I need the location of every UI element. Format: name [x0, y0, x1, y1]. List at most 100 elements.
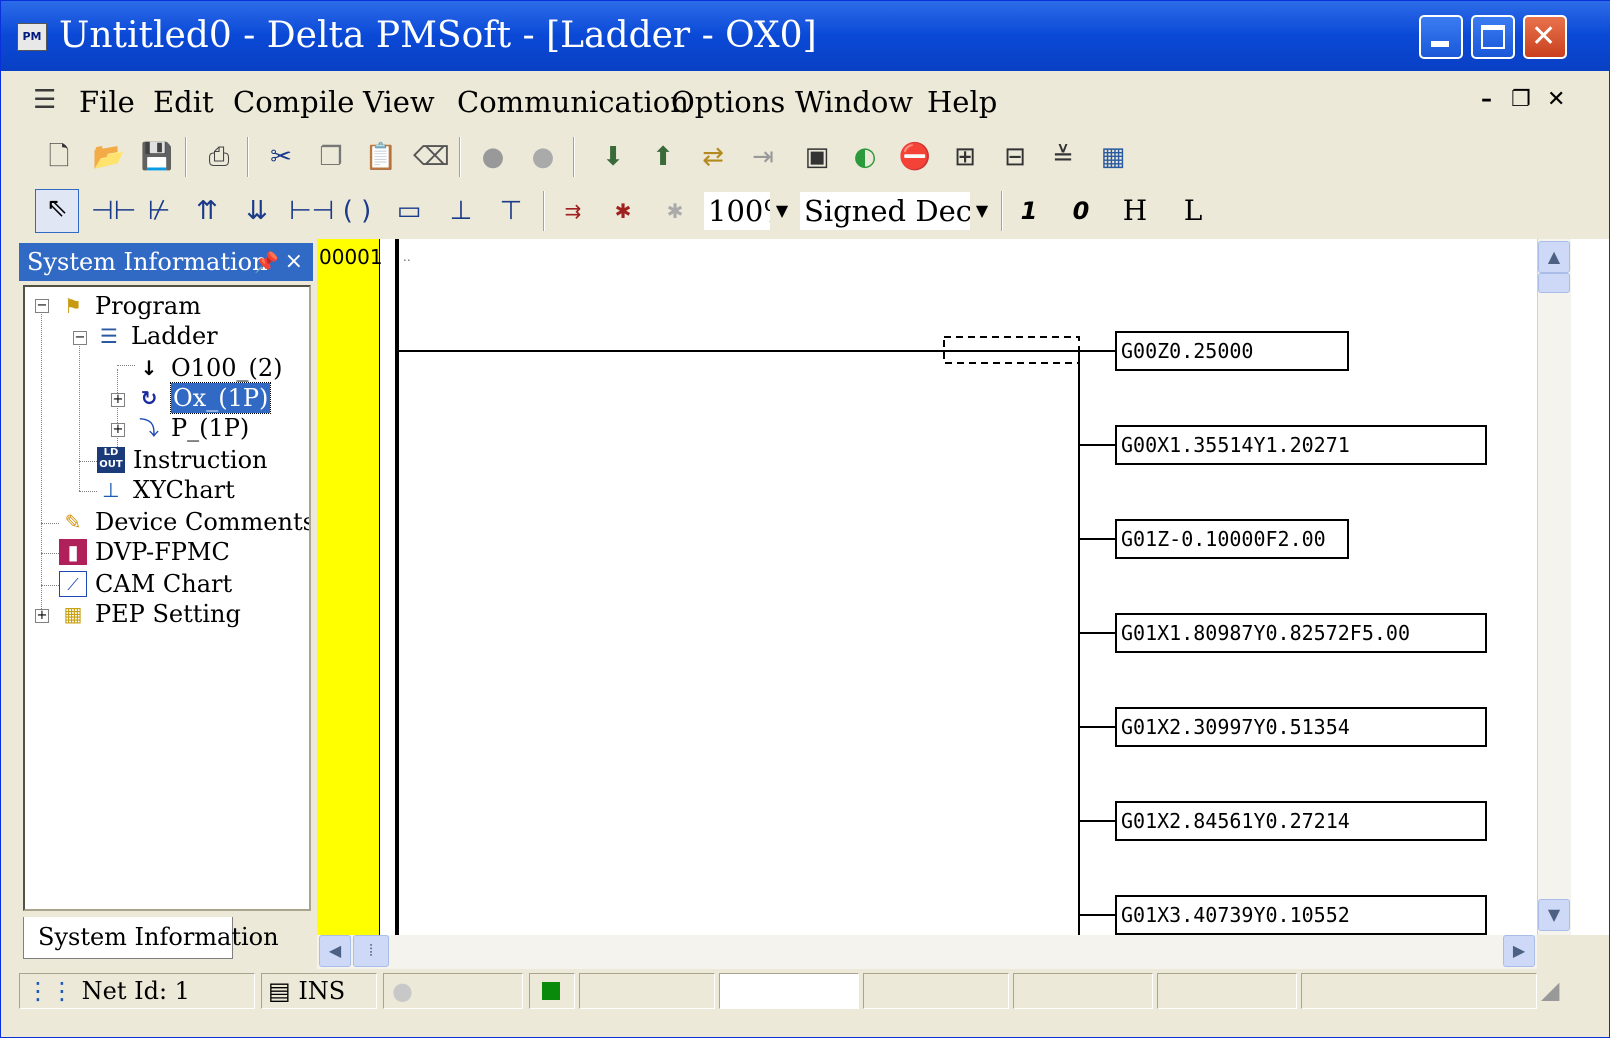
- resize-grip-icon[interactable]: ◢: [1541, 973, 1603, 1009]
- status-panel: [1157, 973, 1297, 1009]
- eraser-icon[interactable]: ⌫: [413, 139, 450, 175]
- status-panel: [579, 973, 715, 1009]
- find-icon[interactable]: ●: [525, 139, 561, 175]
- code-icon[interactable]: ✱: [605, 193, 641, 229]
- close-icon[interactable]: ×: [285, 243, 303, 281]
- minimize-button[interactable]: [1419, 15, 1463, 59]
- menu-compile[interactable]: Compile: [233, 85, 354, 119]
- window-title: Untitled0 - Delta PMSoft - [Ladder - OX0…: [59, 15, 817, 56]
- menu-options[interactable]: Options: [671, 85, 785, 119]
- menu-help[interactable]: Help: [927, 85, 997, 119]
- set-on-button[interactable]: 1: [1011, 193, 1047, 229]
- pencil-icon: ✎: [64, 510, 82, 534]
- chevron-down-icon[interactable]: ▼: [970, 192, 994, 230]
- output-coil-icon[interactable]: ( ): [339, 193, 375, 229]
- print-icon[interactable]: ⎙: [201, 139, 237, 175]
- tree-item-label: Device Comments: [95, 508, 311, 536]
- title-bar[interactable]: PM Untitled0 - Delta PMSoft - [Ladder - …: [1, 1, 1610, 71]
- open-folder-icon[interactable]: 📂: [91, 139, 127, 175]
- zoom-select[interactable]: 100% ▼: [703, 191, 795, 231]
- display-format-select[interactable]: Signed Decim ▼: [799, 191, 995, 231]
- chevron-down-icon[interactable]: ▼: [770, 192, 794, 230]
- force-high-button[interactable]: H: [1117, 193, 1153, 229]
- expand-toggle[interactable]: +: [111, 393, 125, 407]
- run-icon[interactable]: ◐: [847, 139, 883, 175]
- instruction-box[interactable]: G01X2.30997Y0.51354: [1115, 707, 1487, 747]
- instruction-box[interactable]: G00Z0.25000: [1115, 331, 1349, 371]
- pin-icon[interactable]: 📌: [254, 243, 279, 281]
- pep-setting-icon: ▦: [63, 602, 83, 626]
- online-icon[interactable]: ⊞: [947, 139, 983, 175]
- scroll-down-icon[interactable]: ▼: [1538, 899, 1570, 931]
- binary-icon[interactable]: ⇉: [555, 193, 591, 229]
- cut-icon[interactable]: ✂: [263, 139, 299, 175]
- pointer-icon[interactable]: ⇖: [35, 189, 79, 233]
- mdi-restore-icon[interactable]: ❐: [1511, 87, 1531, 112]
- program-icon: ⚑: [64, 294, 82, 318]
- paste-icon[interactable]: 📋: [363, 139, 399, 175]
- contact-no-icon[interactable]: ⊣⊢: [91, 193, 136, 229]
- scroll-up-icon[interactable]: ▲: [1538, 241, 1570, 273]
- force-low-button[interactable]: L: [1175, 193, 1211, 229]
- mdi-minimize-icon[interactable]: –: [1481, 87, 1492, 112]
- vertical-line-icon[interactable]: ⊥: [443, 193, 479, 229]
- instruction-box[interactable]: G01X3.40739Y0.10552: [1115, 895, 1487, 935]
- instruction-box[interactable]: G01X2.84561Y0.27214: [1115, 801, 1487, 841]
- close-button[interactable]: ✕: [1523, 15, 1567, 59]
- new-file-icon[interactable]: 🗋: [41, 139, 77, 175]
- expand-toggle[interactable]: +: [35, 609, 49, 623]
- falling-edge-icon[interactable]: ⇊: [239, 193, 275, 229]
- contact-nc-icon[interactable]: ⊬: [141, 193, 177, 229]
- copy-icon[interactable]: ❐: [313, 139, 349, 175]
- code-disabled-icon[interactable]: ✱: [657, 193, 693, 229]
- compare-icon[interactable]: ⇄: [695, 139, 731, 175]
- instruction-box[interactable]: G01Z-0.10000F2.00: [1115, 519, 1349, 559]
- coil-icon[interactable]: ⊢⊣: [289, 193, 334, 229]
- horizontal-scrollbar[interactable]: ◀ ⦙ ▶: [317, 935, 1537, 969]
- collapse-toggle[interactable]: −: [73, 331, 87, 345]
- scroll-thumb[interactable]: [1538, 273, 1570, 293]
- pmsoft-app-icon[interactable]: PM: [17, 23, 47, 51]
- mdi-close-icon[interactable]: ✕: [1547, 87, 1565, 112]
- tree-item-label: O100_(2): [171, 354, 283, 382]
- subroutine-icon: ⤵: [139, 416, 159, 440]
- instruction-box[interactable]: G01X1.80987Y0.82572F5.00: [1115, 613, 1487, 653]
- write-plc-icon[interactable]: ⬆: [645, 139, 681, 175]
- function-block-icon[interactable]: ▭: [391, 193, 427, 229]
- settings-icon[interactable]: ≚: [1045, 139, 1081, 175]
- scroll-left-icon[interactable]: ◀: [319, 935, 351, 967]
- tree-item-label: XYChart: [133, 476, 235, 504]
- doc-icon: ▤: [268, 977, 291, 1005]
- offline-icon[interactable]: ⊟: [997, 139, 1033, 175]
- standard-toolbar: 🗋 📂 💾 ⎙ ✂ ❐ 📋 ⌫ ● ● ⬇ ⬆ ⇄ ⇥ ▣ ◐ ⛔ ⊞ ⊟ ≚ …: [17, 131, 1157, 183]
- stop-icon[interactable]: ⛔: [897, 139, 933, 175]
- net-id-label: 00001: [319, 245, 383, 269]
- menu-view[interactable]: View: [363, 85, 435, 119]
- tree-item-label: DVP-FPMC: [95, 538, 230, 566]
- transfer-icon[interactable]: ⇥: [745, 139, 781, 175]
- delete-line-icon[interactable]: ⊤: [493, 193, 529, 229]
- menu-communication[interactable]: Communication: [457, 85, 689, 119]
- monitor-icon[interactable]: ▣: [799, 139, 835, 175]
- menu-window[interactable]: Window: [795, 85, 913, 119]
- menu-edit[interactable]: Edit: [153, 85, 214, 119]
- expand-toggle[interactable]: +: [111, 423, 125, 437]
- maximize-button[interactable]: [1471, 15, 1515, 59]
- chart-tool-icon[interactable]: ▦: [1095, 139, 1131, 175]
- collapse-toggle[interactable]: −: [35, 299, 49, 313]
- tree-item-label: Instruction: [133, 446, 268, 474]
- instruction-box[interactable]: G00X1.35514Y1.20271: [1115, 425, 1487, 465]
- save-icon[interactable]: 💾: [139, 139, 175, 175]
- read-plc-icon[interactable]: ⬇: [595, 139, 631, 175]
- rising-edge-icon[interactable]: ⇈: [189, 193, 225, 229]
- scroll-right-icon[interactable]: ▶: [1503, 935, 1535, 967]
- set-off-button[interactable]: 0: [1063, 193, 1099, 229]
- menu-file[interactable]: File: [79, 85, 135, 119]
- ladder-doc-icon[interactable]: ☰: [33, 85, 65, 117]
- goto-icon[interactable]: ●: [475, 139, 511, 175]
- hscroll-thumb[interactable]: ⦙: [353, 935, 389, 967]
- tab-system-information[interactable]: System Information: [23, 917, 279, 959]
- vertical-scrollbar[interactable]: ▲ ▼: [1537, 239, 1571, 935]
- ladder-editor[interactable]: 00001 .. G00Z0.25000 G00X1.35514Y1.20271 G…: [317, 239, 1609, 935]
- tree-line: [41, 553, 59, 554]
